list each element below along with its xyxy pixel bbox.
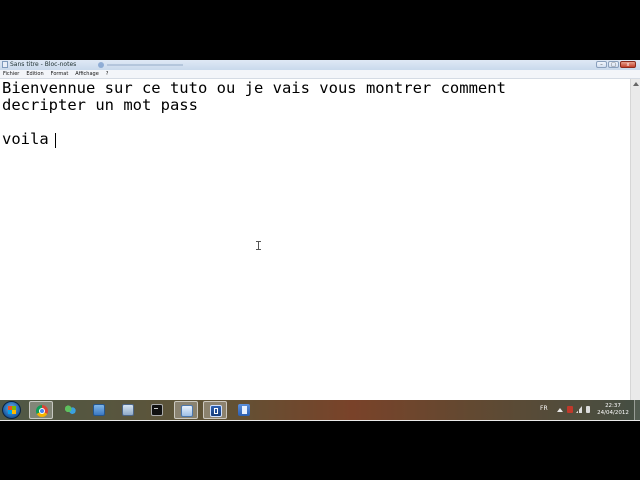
taskbar-cmd[interactable] (145, 401, 169, 419)
taskbar-pen-app[interactable] (203, 401, 227, 419)
taskbar-document[interactable] (232, 401, 256, 419)
taskbar-window[interactable] (116, 401, 140, 419)
folder-icon (93, 404, 105, 416)
battery-icon[interactable] (586, 406, 590, 413)
chrome-icon (36, 405, 48, 417)
cmd-icon (151, 404, 163, 416)
menu-format[interactable]: Format (51, 70, 69, 79)
show-desktop-button[interactable] (634, 400, 640, 420)
language-indicator[interactable]: FR (540, 405, 548, 413)
editor-line: decripter un mot pass (2, 96, 198, 114)
notepad-icon (181, 405, 193, 417)
network-icon[interactable] (576, 406, 582, 413)
scroll-up-icon[interactable] (633, 82, 639, 86)
windows-logo-icon (8, 406, 16, 414)
menu-edition[interactable]: Edition (26, 70, 43, 79)
window-icon (122, 404, 134, 416)
taskbar-notepad[interactable] (174, 401, 198, 419)
system-tray: FR 22:37 24/04/2012 (534, 400, 640, 420)
taskbar: FR 22:37 24/04/2012 (0, 400, 640, 420)
ibeam-cursor-icon (256, 241, 261, 250)
minimize-button[interactable]: – (596, 61, 607, 68)
editor-line: Bienvennue sur ce tuto ou je vais vous m… (2, 79, 506, 97)
taskbar-chrome[interactable] (29, 401, 53, 419)
menu-bar: Fichier Edition Format Affichage ? (0, 70, 640, 79)
window-controls: – □ x (595, 61, 636, 69)
background-window-tab (98, 61, 186, 69)
menu-help[interactable]: ? (106, 70, 109, 79)
taskbar-explorer[interactable] (87, 401, 111, 419)
editor-line: voila (2, 130, 49, 148)
background-window-title (107, 64, 183, 66)
people-icon (64, 404, 76, 416)
text-editor[interactable]: Bienvennue sur ce tuto ou je vais vous m… (0, 79, 630, 410)
taskbar-people[interactable] (58, 401, 82, 419)
show-hidden-icons-icon[interactable] (557, 408, 563, 412)
menu-fichier[interactable]: Fichier (3, 70, 19, 79)
screen: Sans titre - Bloc-notes – □ x Fichier Ed… (0, 60, 640, 421)
maximize-button[interactable]: □ (608, 61, 619, 68)
clock-date: 24/04/2012 (597, 410, 629, 416)
window-title: Sans titre - Bloc-notes (10, 61, 77, 68)
notepad-icon (2, 61, 8, 68)
menu-affichage[interactable]: Affichage (75, 70, 99, 79)
pen-icon (210, 405, 222, 417)
clock[interactable]: 22:37 24/04/2012 (596, 403, 630, 417)
clock-time: 22:37 (605, 403, 621, 409)
text-caret (55, 133, 56, 148)
start-button[interactable] (2, 401, 21, 419)
action-center-icon[interactable] (567, 406, 573, 413)
browser-icon (98, 62, 104, 68)
document-icon (238, 404, 250, 416)
close-button[interactable]: x (620, 61, 636, 68)
vertical-scrollbar[interactable] (630, 79, 640, 410)
